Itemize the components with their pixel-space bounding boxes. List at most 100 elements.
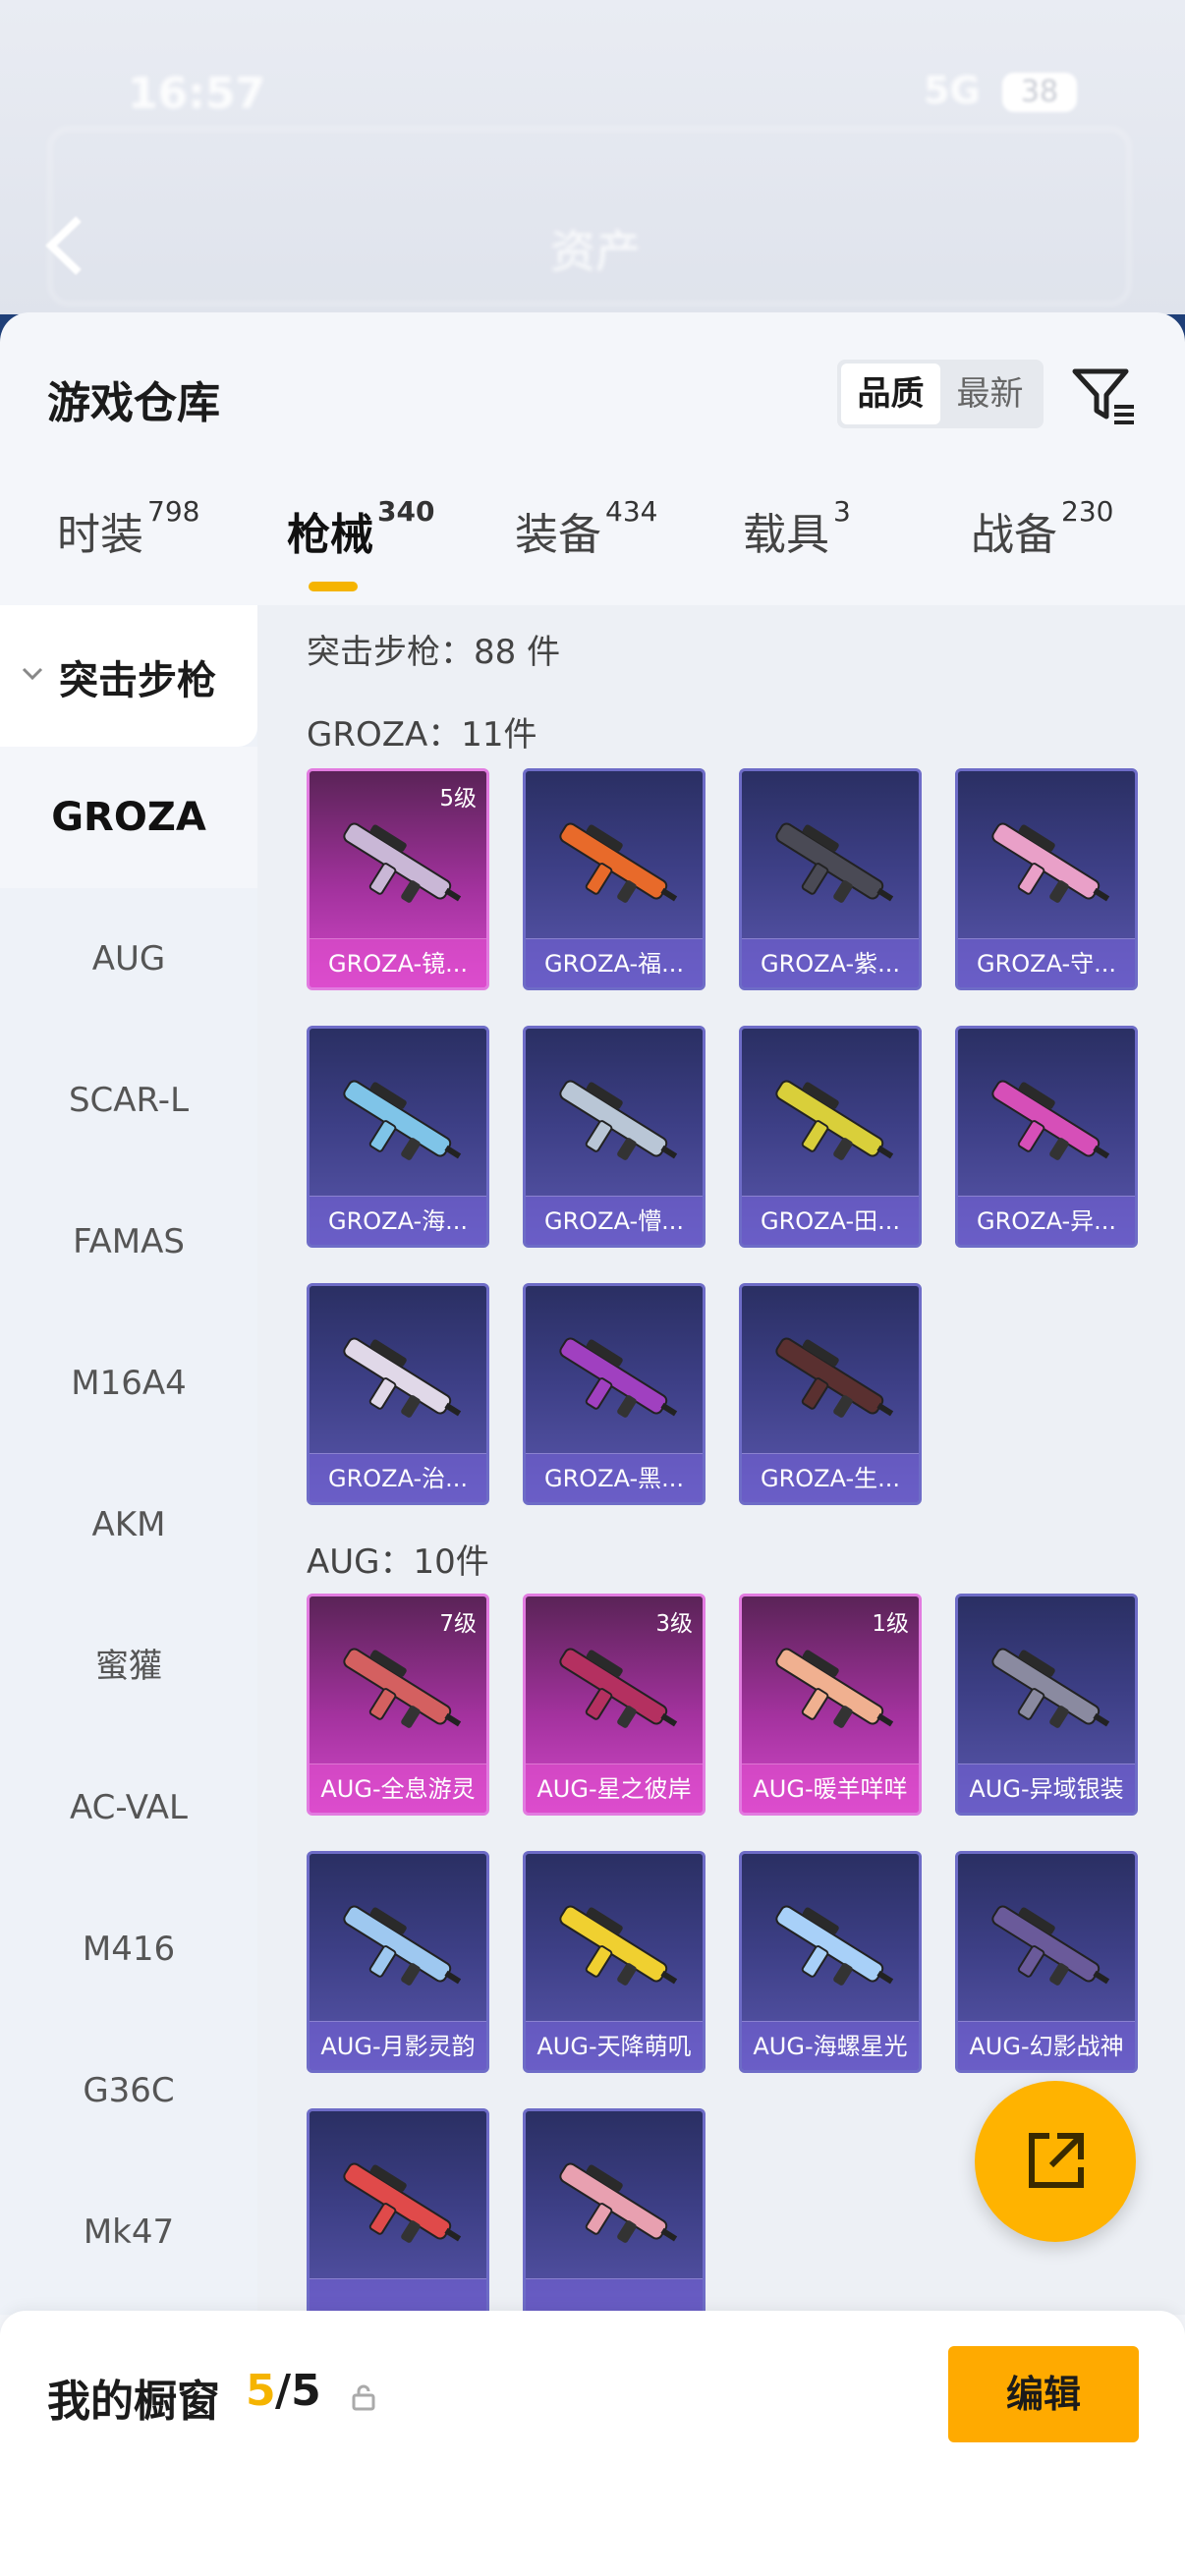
weapon-card[interactable]: AUG-海螺星光 xyxy=(739,1851,922,2073)
weapon-card[interactable]: GROZA-紫... xyxy=(739,768,922,990)
weapon-name xyxy=(526,2278,703,2315)
weapon-card[interactable] xyxy=(307,2108,489,2315)
weapon-card[interactable]: GROZA-生... xyxy=(739,1283,922,1505)
weapon-skin-icon xyxy=(559,1337,678,1418)
weapon-name: AUG-海螺星光 xyxy=(742,2021,919,2070)
sidebar-item-m416[interactable]: M416 xyxy=(0,1878,257,2020)
share-icon xyxy=(1029,2133,1084,2188)
weapon-card[interactable]: AUG-天降萌叽 xyxy=(523,1851,705,2073)
sidebar-item-ac-val[interactable]: AC-VAL xyxy=(0,1737,257,1878)
weapon-name: GROZA-镜... xyxy=(310,938,486,987)
sidebar-item-aug[interactable]: AUG xyxy=(0,888,257,1030)
weapon-skin-icon xyxy=(343,2162,462,2243)
level-badge: 7级 xyxy=(439,1611,477,1637)
chevron-down-icon xyxy=(22,667,43,681)
weapon-skin-icon xyxy=(559,1080,678,1160)
sidebar-category[interactable]: 突击步枪 xyxy=(0,605,257,747)
sidebar-item-groza[interactable]: GROZA xyxy=(0,747,257,888)
weapon-card[interactable]: AUG-异域银装 xyxy=(955,1594,1138,1816)
tab-fashion[interactable]: 时装 798 xyxy=(57,495,199,562)
tab-equipment[interactable]: 装备 434 xyxy=(515,495,657,562)
weapon-sidebar: 突击步枪 GROZA AUG SCAR-L FAMAS M16A4 AKM 蜜獾… xyxy=(0,605,257,2315)
showcase-used: 5 xyxy=(246,2366,276,2416)
sidebar-item-akm[interactable]: AKM xyxy=(0,1454,257,1596)
weapon-card[interactable]: GROZA-异... xyxy=(955,1026,1138,1248)
sidebar-item-scar-l[interactable]: SCAR-L xyxy=(0,1030,257,1171)
weapon-name: GROZA-紫... xyxy=(742,938,919,987)
weapon-skin-icon xyxy=(559,2162,678,2243)
weapon-skin-icon xyxy=(343,1648,462,1728)
weapon-card[interactable]: GROZA-守... xyxy=(955,768,1138,990)
weapon-name: GROZA-福... xyxy=(526,938,703,987)
weapon-skin-icon xyxy=(991,1080,1110,1160)
weapon-skin-icon xyxy=(343,1080,462,1160)
weapon-card[interactable]: 1级 AUG-暖羊咩咩 xyxy=(739,1594,922,1816)
weapon-name: GROZA-海... xyxy=(310,1196,486,1245)
tab-indicator xyxy=(309,582,358,591)
battery-icon: 38 xyxy=(1002,73,1077,112)
sidebar-item-mk47[interactable]: Mk47 xyxy=(0,2161,257,2303)
weapon-skin-icon xyxy=(343,822,462,903)
weapon-name: AUG-月影灵韵 xyxy=(310,2021,486,2070)
status-network: 5G xyxy=(924,69,981,112)
weapon-card[interactable]: GROZA-福... xyxy=(523,768,705,990)
weapon-card[interactable]: GROZA-懵... xyxy=(523,1026,705,1248)
sidebar-item-m16a4[interactable]: M16A4 xyxy=(0,1313,257,1454)
sort-latest[interactable]: 最新 xyxy=(940,364,1040,424)
weapon-card[interactable]: 7级 AUG-全息游灵 xyxy=(307,1594,489,1816)
weapon-card[interactable] xyxy=(523,2108,705,2315)
weapon-skin-icon xyxy=(559,822,678,903)
weapon-card[interactable]: GROZA-治... xyxy=(307,1283,489,1505)
sidebar-item-honey-badger[interactable]: 蜜獾 xyxy=(0,1596,257,1737)
weapon-skin-icon xyxy=(343,1905,462,1986)
weapon-card[interactable]: GROZA-田... xyxy=(739,1026,922,1248)
weapon-name: AUG-天降萌叽 xyxy=(526,2021,703,2070)
weapon-card[interactable]: GROZA-海... xyxy=(307,1026,489,1248)
group-title-aug: AUG：10件 xyxy=(307,1542,489,1582)
showcase-label: 我的橱窗 xyxy=(47,2377,220,2427)
sidebar-item-g36c[interactable]: G36C xyxy=(0,2020,257,2161)
status-area: 16:57 5G 38 资产 xyxy=(0,0,1185,314)
weapon-name: GROZA-治... xyxy=(310,1453,486,1502)
weapon-grid: 突击步枪：88 件 GROZA：11件 AUG：10件 5级 GROZA-镜...… xyxy=(257,605,1185,2315)
sort-quality[interactable]: 品质 xyxy=(841,364,940,424)
group-title-groza: GROZA：11件 xyxy=(307,715,537,755)
back-icon[interactable] xyxy=(39,211,88,280)
category-tabs: 时装 798 枪械 340 装备 434 载具 3 战备 230 xyxy=(0,495,1185,607)
weapon-name: GROZA-黑... xyxy=(526,1453,703,1502)
weapon-name: AUG-幻影战神 xyxy=(958,2021,1135,2070)
weapon-name: GROZA-生... xyxy=(742,1453,919,1502)
page-title: 资产 xyxy=(550,225,641,278)
weapon-name: AUG-星之彼岸 xyxy=(526,1764,703,1813)
category-total: 突击步枪：88 件 xyxy=(307,633,561,672)
weapon-card[interactable]: GROZA-黑... xyxy=(523,1283,705,1505)
showcase-total: /5 xyxy=(275,2366,321,2416)
weapon-card[interactable]: AUG-幻影战神 xyxy=(955,1851,1138,2073)
lock-icon xyxy=(352,2384,375,2411)
weapon-skin-icon xyxy=(775,1080,894,1160)
weapon-skin-icon xyxy=(775,1648,894,1728)
tab-supplies[interactable]: 战备 230 xyxy=(971,495,1113,562)
tab-guns[interactable]: 枪械 340 xyxy=(287,495,434,562)
share-button[interactable] xyxy=(975,2081,1136,2242)
weapon-card[interactable]: 3级 AUG-星之彼岸 xyxy=(523,1594,705,1816)
filter-icon[interactable] xyxy=(1069,362,1138,430)
edit-button[interactable]: 编辑 xyxy=(948,2346,1139,2442)
weapon-name: AUG-异域银装 xyxy=(958,1764,1135,1813)
status-time: 16:57 xyxy=(128,69,266,119)
warehouse-sheet: 游戏仓库 品质 最新 时装 798 枪械 340 装备 434 载具 3 战备 230 突… xyxy=(0,312,1185,2576)
level-badge: 3级 xyxy=(655,1611,693,1637)
showcase-bar: 我的橱窗 5 /5 编辑 xyxy=(0,2311,1185,2576)
weapon-name: GROZA-田... xyxy=(742,1196,919,1245)
weapon-name: AUG-暖羊咩咩 xyxy=(742,1764,919,1813)
sidebar-item-famas[interactable]: FAMAS xyxy=(0,1171,257,1313)
weapon-skin-icon xyxy=(775,1905,894,1986)
weapon-card[interactable]: AUG-月影灵韵 xyxy=(307,1851,489,2073)
weapon-skin-icon xyxy=(559,1648,678,1728)
weapon-card[interactable]: 5级 GROZA-镜... xyxy=(307,768,489,990)
sheet-title: 游戏仓库 xyxy=(47,378,220,428)
weapon-name: GROZA-异... xyxy=(958,1196,1135,1245)
weapon-name xyxy=(310,2278,486,2315)
tab-vehicles[interactable]: 载具 3 xyxy=(743,495,851,562)
level-badge: 1级 xyxy=(872,1611,909,1637)
